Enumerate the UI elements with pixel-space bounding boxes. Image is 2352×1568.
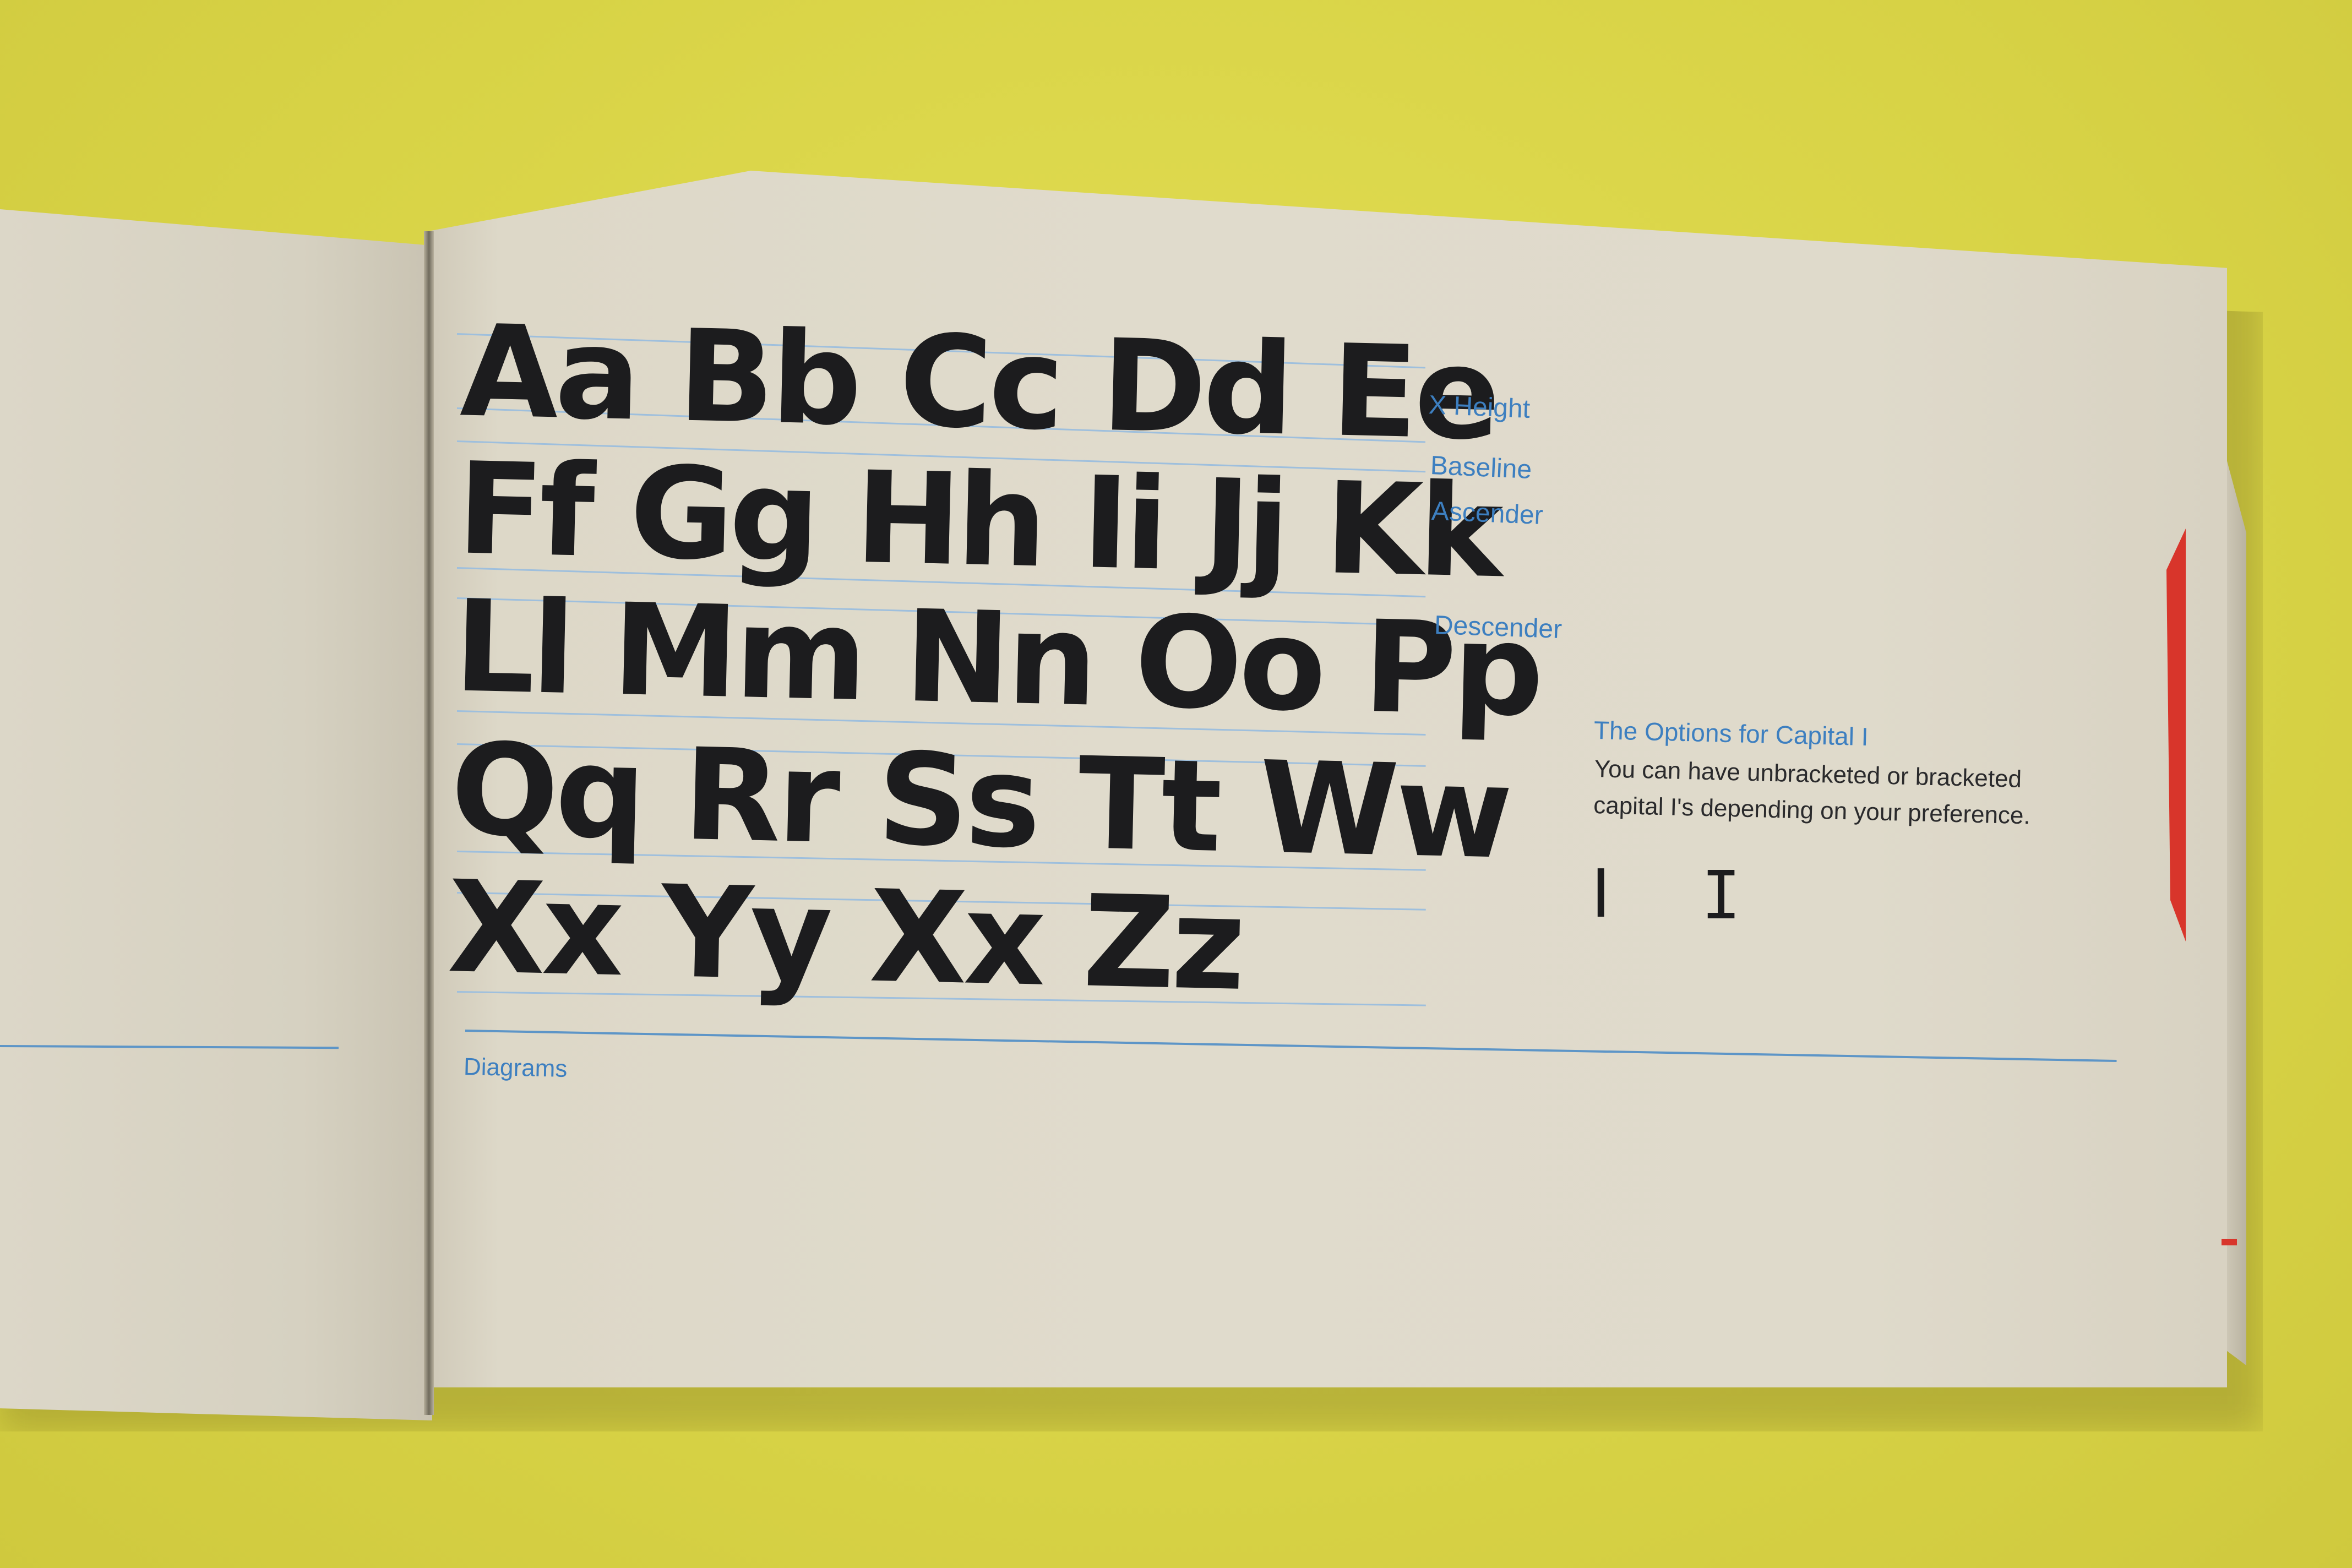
specimen-row-2: Ff Gg Hh Ii Jj Kk bbox=[455, 435, 1500, 607]
unbracketed-capital-i: I bbox=[1591, 856, 1611, 933]
ascender-label: Ascender bbox=[1431, 496, 1544, 531]
specimen-row-1: Aa Bb Cc Dd Ee bbox=[459, 298, 1499, 469]
left-page bbox=[0, 209, 432, 1420]
bracketed-capital-i: I bbox=[1701, 858, 1741, 934]
red-tab-mark bbox=[2222, 1239, 2237, 1245]
capital-note-body: You can have unbracketed or bracketed ca… bbox=[1593, 755, 2031, 830]
specimen-row-5: Xx Yy Xx Zz bbox=[446, 854, 1244, 1019]
descender-label: Descender bbox=[1434, 610, 1562, 645]
diagrams-section-label: Diagrams bbox=[463, 1053, 568, 1082]
alphabet-specimen: Aa Bb Cc Dd Ee Ff Gg Hh Ii Jj Kk Ll Mm N… bbox=[433, 286, 1992, 1147]
baseline-label: Baseline bbox=[1429, 451, 1533, 484]
x-height-label: X Height bbox=[1428, 390, 1531, 424]
specimen-row-3: Ll Mm Nn Oo Pp bbox=[453, 573, 1542, 745]
book-gutter bbox=[424, 231, 434, 1415]
specimen-row-4: Qq Rr Ss Tt Ww bbox=[449, 716, 1511, 888]
